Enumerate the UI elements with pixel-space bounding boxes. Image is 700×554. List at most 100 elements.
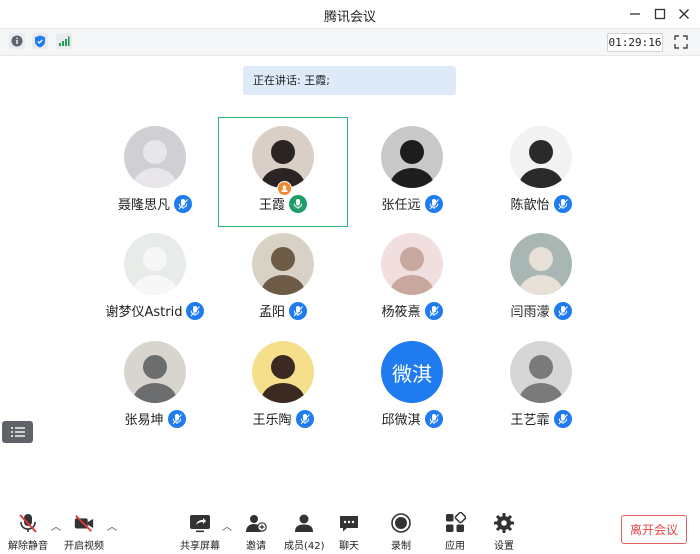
leave-meeting-button[interactable]: 离开会议 <box>621 515 687 544</box>
participant-name: 闫雨濛 <box>510 305 550 320</box>
apps-button[interactable]: 应用 <box>444 512 466 552</box>
list-icon <box>10 427 25 437</box>
participant-name-row: 谢梦仪Astrid <box>91 301 219 320</box>
participant-tile[interactable]: 王艺霏 <box>477 333 605 441</box>
meeting-timer: 01:29:16 <box>607 33 663 52</box>
avatar-photo <box>510 341 572 403</box>
participant-tile[interactable]: 陈歆怡 <box>477 118 605 226</box>
participant-name-row: 张任远 <box>348 194 476 213</box>
chat-button[interactable]: 聊天 <box>338 512 360 552</box>
gear-icon <box>494 513 514 533</box>
mic-icon <box>553 301 572 320</box>
avatar <box>252 341 314 403</box>
members-button[interactable]: 成员(42) <box>284 512 325 552</box>
avatar-photo <box>252 233 314 295</box>
start-video-button[interactable]: 开启视频 <box>64 512 104 552</box>
network-status-button[interactable] <box>56 33 72 49</box>
avatar-initials: 微淇 <box>392 361 432 386</box>
record-button[interactable]: 录制 <box>390 512 412 552</box>
chat-icon <box>340 516 358 532</box>
video-options-chevron-icon[interactable]: ︿ <box>107 518 117 533</box>
participant-name-row: 闫雨濛 <box>477 301 605 320</box>
participant-name: 王艺霏 <box>510 413 550 428</box>
share-screen-button[interactable]: 共享屏幕 <box>180 512 220 552</box>
members-label: 成员(42) <box>284 541 325 552</box>
unmute-button[interactable]: 解除静音 <box>8 512 48 552</box>
mic-icon <box>424 409 443 428</box>
participant-name-row: 杨筱熹 <box>348 301 476 320</box>
participant-tile[interactable]: 张易坤 <box>91 333 219 441</box>
avatar <box>381 233 443 295</box>
avatar <box>381 126 443 188</box>
participant-name: 张任远 <box>381 198 421 213</box>
apps-label: 应用 <box>445 541 465 552</box>
avatar <box>124 233 186 295</box>
participant-name-row: 孟阳 <box>219 301 347 320</box>
close-icon <box>679 9 689 19</box>
participant-tile[interactable]: 王乐陶 <box>219 333 347 441</box>
avatar <box>252 126 314 188</box>
mic-icon <box>553 194 572 213</box>
avatar-photo <box>510 126 572 188</box>
participant-tile[interactable]: 杨筱熹 <box>348 225 476 333</box>
participant-name: 杨筱熹 <box>381 305 421 320</box>
share-screen-label: 共享屏幕 <box>180 541 220 552</box>
participant-tile[interactable]: 闫雨濛 <box>477 225 605 333</box>
add-user-icon <box>246 515 267 532</box>
avatar-photo <box>252 341 314 403</box>
participant-tile[interactable]: 微淇邱微淇 <box>348 333 476 441</box>
maximize-icon <box>654 8 666 20</box>
participant-name-row: 聂隆思凡 <box>91 194 219 213</box>
mic-icon <box>289 301 307 320</box>
avatar-photo <box>124 233 186 295</box>
participant-name: 王乐陶 <box>252 413 292 428</box>
meeting-info-button[interactable] <box>9 33 25 49</box>
mic-icon <box>186 301 205 320</box>
participant-tile[interactable]: 谢梦仪Astrid <box>91 225 219 333</box>
mic-icon <box>424 301 443 320</box>
participant-name-row: 陈歆怡 <box>477 194 605 213</box>
security-button[interactable] <box>32 33 48 49</box>
participant-tile[interactable]: 王霞 <box>218 117 348 227</box>
audio-options-chevron-icon[interactable]: ︿ <box>51 518 61 533</box>
minimize-button[interactable] <box>625 4 645 24</box>
close-button[interactable] <box>674 4 694 24</box>
participant-name: 谢梦仪Astrid <box>105 305 183 320</box>
avatar <box>124 126 186 188</box>
signal-icon <box>59 36 70 46</box>
participant-name-row: 邱微淇 <box>348 409 476 428</box>
participant-name: 王霞 <box>258 198 285 213</box>
mic-icon <box>174 194 192 213</box>
avatar-photo <box>381 233 443 295</box>
meeting-status-bar: 01:29:16 <box>0 28 700 56</box>
participant-tile[interactable]: 聂隆思凡 <box>91 118 219 226</box>
avatar <box>510 341 572 403</box>
avatar-photo <box>252 126 314 188</box>
avatar-photo <box>510 233 572 295</box>
avatar-photo <box>124 126 186 188</box>
shield-icon <box>35 35 45 47</box>
video-off-icon <box>74 515 94 532</box>
unmute-label: 解除静音 <box>8 541 48 552</box>
avatar-photo <box>124 341 186 403</box>
participant-tile[interactable]: 张任远 <box>348 118 476 226</box>
maximize-button[interactable] <box>650 4 670 24</box>
participant-name: 孟阳 <box>258 305 285 320</box>
side-panel-button[interactable] <box>2 421 33 443</box>
participant-tile[interactable]: 孟阳 <box>219 225 347 333</box>
apps-icon <box>446 512 466 532</box>
participant-name-row: 王乐陶 <box>219 409 347 428</box>
avatar: 微淇 <box>381 341 443 403</box>
participant-name: 邱微淇 <box>381 413 421 428</box>
record-icon <box>391 513 411 533</box>
chat-label: 聊天 <box>339 541 359 552</box>
settings-button[interactable]: 设置 <box>493 512 515 552</box>
participant-name: 陈歆怡 <box>510 198 550 213</box>
avatar-photo <box>381 126 443 188</box>
window-title: 腾讯会议 <box>323 10 376 25</box>
mic-muted-icon <box>19 514 37 533</box>
fullscreen-button[interactable] <box>674 34 688 49</box>
invite-button[interactable]: 邀请 <box>245 512 267 552</box>
avatar <box>252 233 314 295</box>
share-options-chevron-icon[interactable]: ︿ <box>222 518 232 533</box>
